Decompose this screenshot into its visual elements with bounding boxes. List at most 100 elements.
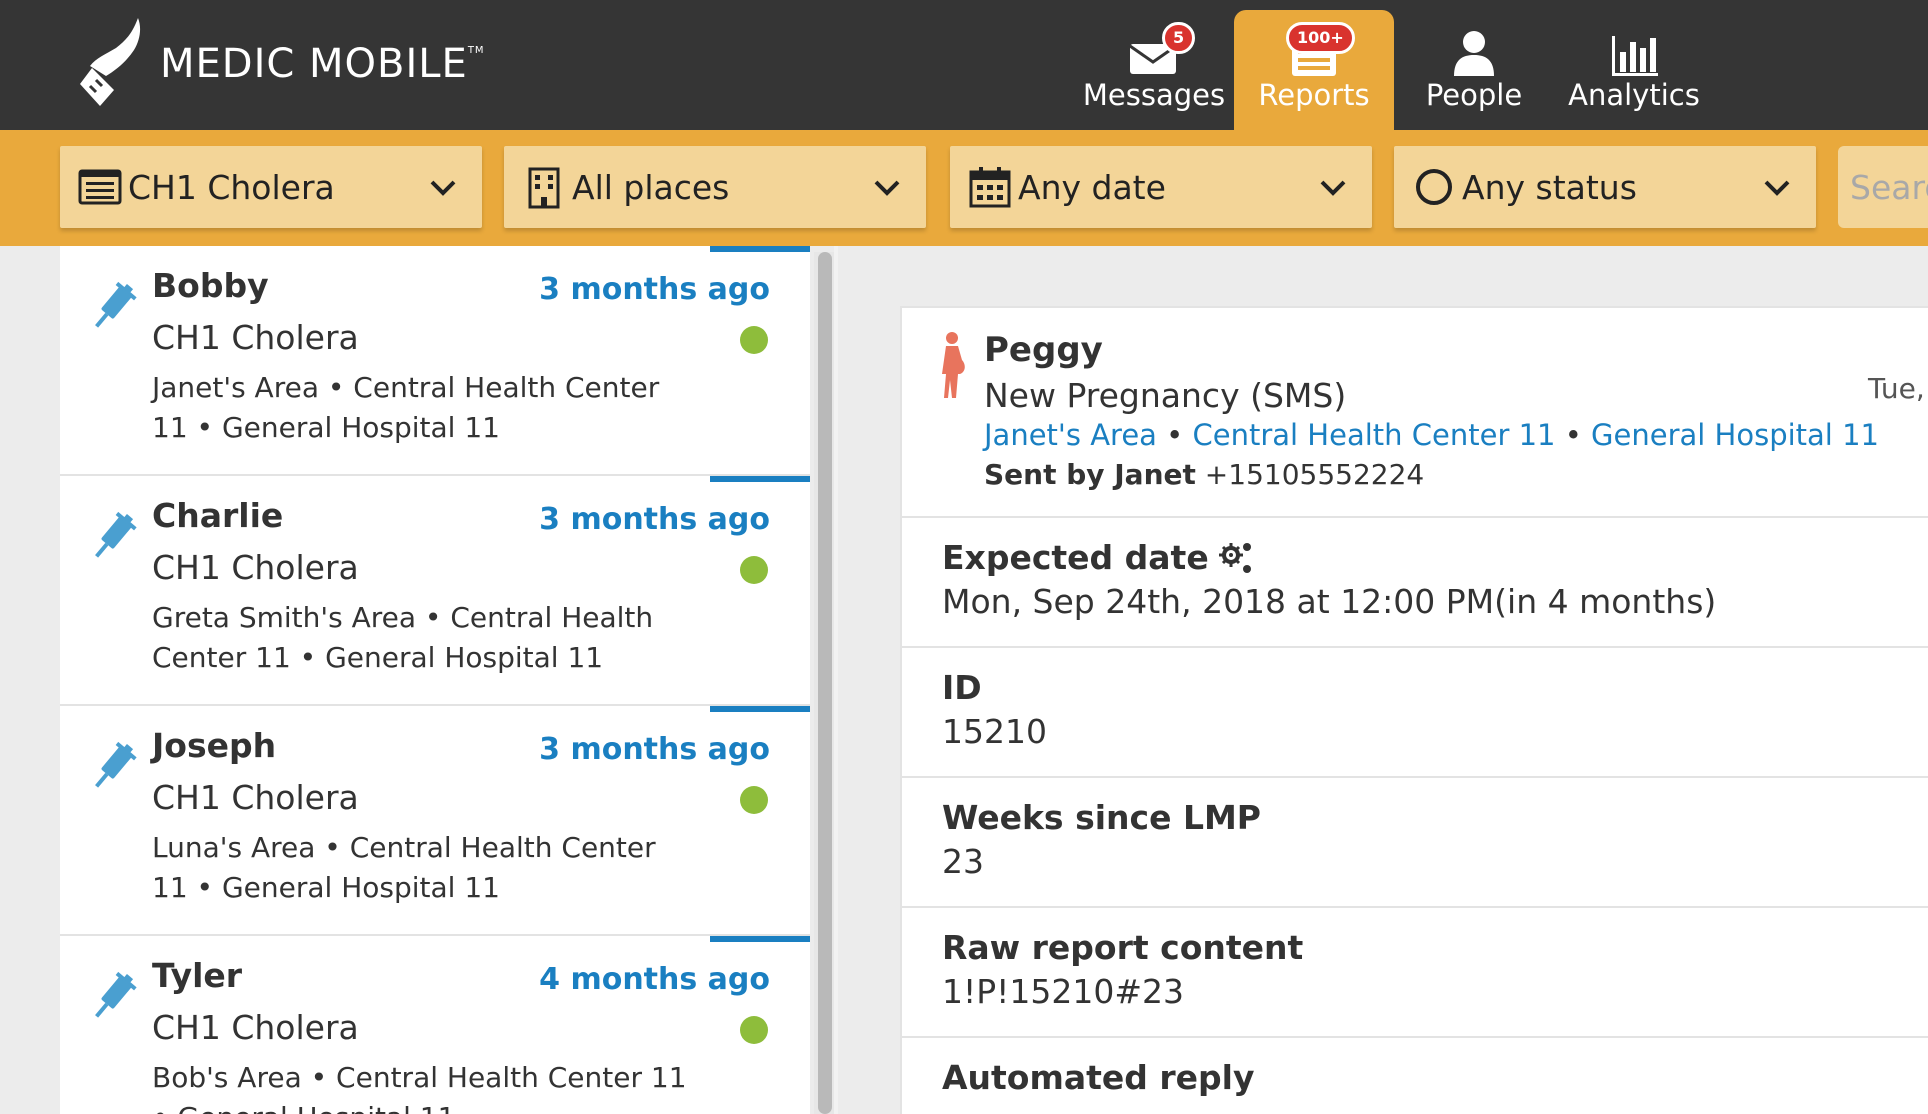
bar-chart-icon (1612, 36, 1658, 76)
detail-header: Peggy New Pregnancy (SMS) Tue, Janet's A… (902, 308, 1928, 518)
chevron-down-icon (1764, 180, 1790, 196)
syringe-icon (95, 971, 137, 1018)
reports-badge: 100+ (1286, 22, 1355, 54)
chevron-down-icon (874, 180, 900, 196)
separator: • (1564, 418, 1592, 452)
report-patient-name: Bobby (152, 266, 269, 305)
tab-people[interactable]: People (1394, 10, 1554, 130)
field-value: 15210 (942, 712, 1047, 751)
status-dot (740, 556, 768, 584)
field-value: Mon, Sep 24th, 2018 at 12:00 PM(in 4 mon… (942, 582, 1717, 621)
sent-by-label: Sent by Janet (984, 458, 1196, 491)
report-list-item[interactable]: Bobby 3 months ago CH1 Cholera Janet's A… (60, 246, 810, 476)
building-icon (528, 167, 560, 209)
report-form: CH1 Cholera (152, 1008, 359, 1047)
tab-analytics[interactable]: Analytics (1554, 10, 1714, 130)
filter-bar: CH1 Cholera All places Any date Any stat… (0, 130, 1928, 246)
field-automated-reply: Automated reply (902, 1038, 1928, 1114)
search-box[interactable] (1838, 146, 1928, 228)
report-place: Luna's Area • Central Health Center 11 •… (152, 831, 656, 904)
selection-indicator (710, 246, 810, 252)
field-weeks-since-lmp: Weeks since LMP 23 (902, 778, 1928, 908)
field-label-text: Expected date (942, 538, 1209, 577)
messages-badge: 5 (1162, 22, 1196, 54)
search-input[interactable] (1838, 146, 1928, 228)
date-filter-label: Any date (1018, 167, 1166, 207)
tab-reports[interactable]: 100+ Reports (1234, 10, 1394, 130)
report-place: Bob's Area • Central Health Center 11 • … (152, 1061, 687, 1114)
detail-date: Tue, (1868, 372, 1925, 405)
form-filter[interactable]: CH1 Cholera (60, 146, 482, 228)
report-patient-name: Charlie (152, 496, 284, 535)
status-filter-label: Any status (1462, 167, 1637, 207)
list-scrollbar[interactable] (814, 252, 834, 1114)
tab-analytics-label: Analytics (1568, 78, 1700, 112)
status-dot (740, 786, 768, 814)
form-list-icon (78, 169, 122, 205)
detail-places: Janet's Area • Central Health Center 11 … (984, 418, 1879, 452)
report-list-item[interactable]: Charlie 3 months ago CH1 Cholera Greta S… (60, 476, 810, 706)
report-patient-name: Joseph (152, 726, 277, 765)
report-patient-name: Tyler (152, 956, 243, 995)
status-dot (740, 1016, 768, 1044)
sent-by-phone: +15105552224 (1204, 458, 1425, 491)
place-link[interactable]: Janet's Area (984, 418, 1157, 452)
circle-icon (1416, 169, 1452, 205)
field-label: Expected date (942, 538, 1255, 577)
form-filter-label: CH1 Cholera (128, 167, 335, 207)
tab-people-label: People (1425, 78, 1523, 112)
wing-icon (80, 18, 141, 106)
report-form: CH1 Cholera (152, 318, 359, 357)
report-form: CH1 Cholera (152, 778, 359, 817)
field-id: ID 15210 (902, 648, 1928, 778)
medic-mobile-logo[interactable]: MEDIC MOBILETM (76, 14, 496, 114)
syringe-icon (95, 741, 137, 788)
field-value: 23 (942, 842, 984, 881)
chevron-down-icon (430, 180, 456, 196)
pane-divider (834, 246, 838, 1114)
selection-indicator (710, 476, 810, 482)
top-header: MEDIC MOBILETM 5 Messages 100+ Reports P… (0, 0, 1928, 130)
status-filter[interactable]: Any status (1394, 146, 1816, 228)
field-label: Weeks since LMP (942, 798, 1261, 837)
selection-indicator (710, 706, 810, 712)
report-time: 3 months ago (539, 272, 770, 307)
place-link[interactable]: General Hospital 11 (1591, 418, 1879, 452)
person-icon (1454, 31, 1494, 76)
tab-messages[interactable]: 5 Messages (1074, 10, 1234, 130)
syringe-icon (95, 281, 137, 328)
chevron-down-icon (1320, 180, 1346, 196)
tab-messages-label: Messages (1082, 78, 1226, 112)
scrollbar-thumb[interactable] (818, 252, 832, 1114)
place-link[interactable]: Central Health Center 11 (1193, 418, 1556, 452)
detail-form: New Pregnancy (SMS) (984, 376, 1347, 415)
calendar-icon (969, 167, 1011, 208)
field-label: Raw report content (942, 928, 1304, 967)
main-nav: 5 Messages 100+ Reports People Analytics (1074, 10, 1714, 130)
report-list-item[interactable]: Joseph 3 months ago CH1 Cholera Luna's A… (60, 706, 810, 936)
sent-by: Sent by Janet +15105552224 (984, 458, 1424, 491)
field-expected-date: Expected date Mon, Sep 24th, 2018 at 12:… (902, 518, 1928, 648)
tab-reports-label: Reports (1258, 78, 1370, 112)
status-dot (740, 326, 768, 354)
report-form: CH1 Cholera (152, 548, 359, 587)
report-time: 3 months ago (539, 502, 770, 537)
field-label: Automated reply (942, 1058, 1255, 1097)
field-value: 1!P!15210#23 (942, 972, 1184, 1011)
report-time: 4 months ago (539, 962, 770, 997)
report-list: Bobby 3 months ago CH1 Cholera Janet's A… (60, 246, 810, 1114)
report-place: Janet's Area • Central Health Center 11 … (152, 371, 660, 444)
gears-icon (1218, 542, 1251, 573)
report-detail: Peggy New Pregnancy (SMS) Tue, Janet's A… (900, 306, 1928, 1114)
logo-text: MEDIC MOBILETM (160, 41, 485, 87)
places-filter-label: All places (572, 167, 730, 207)
date-filter[interactable]: Any date (950, 146, 1372, 228)
places-filter[interactable]: All places (504, 146, 926, 228)
syringe-icon (95, 511, 137, 558)
field-label: ID (942, 668, 982, 707)
selection-indicator (710, 936, 810, 942)
report-time: 3 months ago (539, 732, 770, 767)
report-place: Greta Smith's Area • Central Health Cent… (152, 601, 654, 674)
report-list-item[interactable]: Tyler 4 months ago CH1 Cholera Bob's Are… (60, 936, 810, 1114)
detail-patient-name: Peggy (984, 330, 1103, 370)
